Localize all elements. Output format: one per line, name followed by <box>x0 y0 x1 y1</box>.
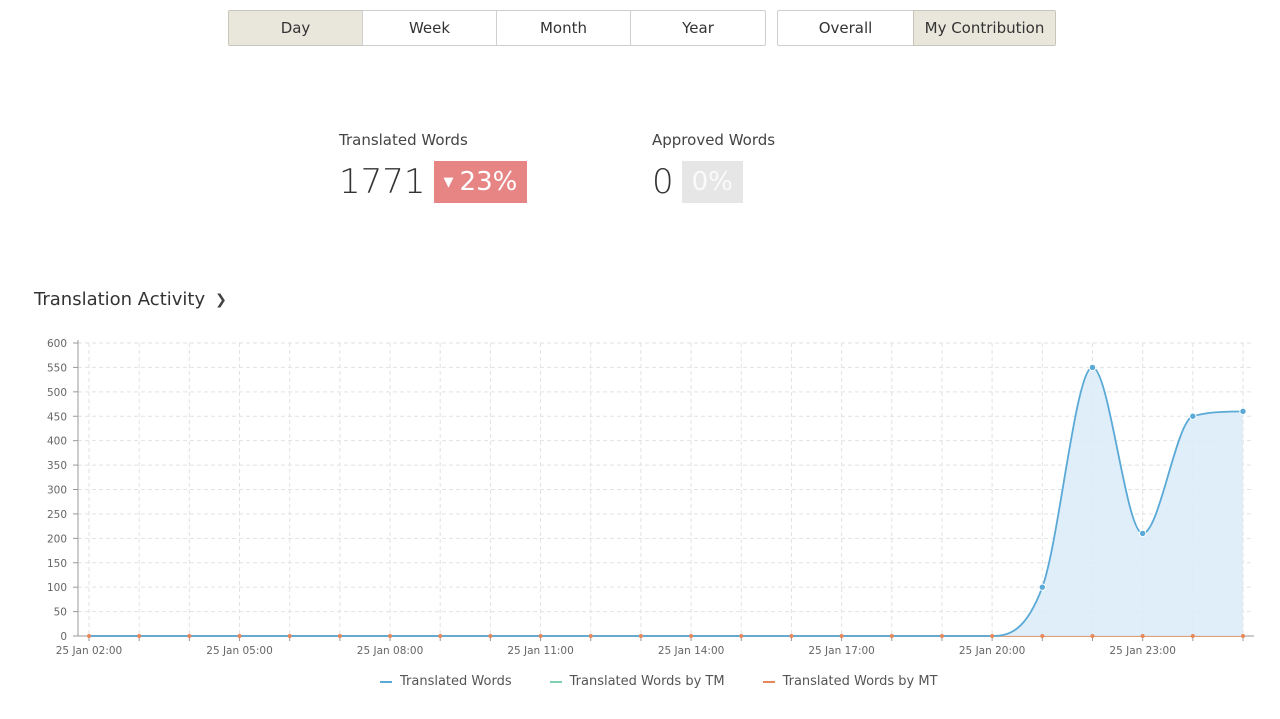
approved-words-stat: Approved Words 0 0% <box>652 131 775 203</box>
legend-item-mt[interactable]: Translated Words by MT <box>762 674 938 689</box>
data-point-mt[interactable] <box>588 634 593 638</box>
translation-activity-toggle[interactable]: Translation Activity ❯ <box>34 289 227 310</box>
tab-day[interactable]: Day <box>228 10 363 46</box>
translated-words-change-badge: ▼ 23% <box>433 161 528 203</box>
translated-words-change: 23% <box>459 167 518 197</box>
data-point-mt[interactable] <box>789 634 794 638</box>
legend-swatch-mt <box>762 680 775 683</box>
data-point-mt[interactable] <box>1190 634 1195 638</box>
y-tick-label: 600 <box>47 338 67 350</box>
data-point-translated[interactable] <box>1138 529 1147 538</box>
x-tick-label: 25 Jan 11:00 <box>507 645 573 657</box>
data-point-mt[interactable] <box>287 634 292 638</box>
data-point-mt[interactable] <box>1040 634 1045 638</box>
y-tick-label: 500 <box>47 387 67 399</box>
data-point-mt[interactable] <box>1090 634 1095 638</box>
approved-words-change: 0% <box>691 167 733 197</box>
data-point-mt[interactable] <box>739 634 744 638</box>
data-point-mt[interactable] <box>388 634 393 638</box>
y-tick-label: 250 <box>47 509 67 521</box>
translation-activity-chart: 0 50 100 150 200 250 300 350 400 450 500 550 600 25 J… <box>47 338 1254 657</box>
y-tick-label: 450 <box>47 411 67 423</box>
data-point-mt[interactable] <box>237 634 242 638</box>
data-point-translated[interactable] <box>1239 407 1247 416</box>
legend-swatch-translated <box>380 680 392 683</box>
data-point-mt[interactable] <box>137 634 142 638</box>
x-tick-label: 25 Jan 20:00 <box>959 645 1025 657</box>
data-point-mt[interactable] <box>87 634 91 638</box>
approved-words-value: 0 <box>652 162 674 202</box>
chevron-down-icon: ❯ <box>215 291 227 308</box>
data-point-mt[interactable] <box>839 634 844 638</box>
data-point-mt[interactable] <box>638 634 643 638</box>
legend-item-translated[interactable]: Translated Words <box>380 674 512 689</box>
legend-label-tm: Translated Words by TM <box>569 674 725 689</box>
y-tick-label: 150 <box>47 558 67 570</box>
data-point-mt[interactable] <box>689 634 694 638</box>
data-point-mt[interactable] <box>337 634 342 638</box>
arrow-down-icon: ▼ <box>443 174 454 190</box>
y-tick-label: 100 <box>47 582 67 594</box>
approved-words-label: Approved Words <box>652 131 776 149</box>
tab-overall[interactable]: Overall <box>777 10 914 46</box>
legend-label-mt: Translated Words by MT <box>782 674 938 689</box>
y-tick-label: 400 <box>47 436 67 448</box>
data-point-translated[interactable] <box>1189 412 1197 420</box>
y-tick-label: 300 <box>47 485 67 497</box>
legend-item-tm[interactable]: Translated Words by TM <box>549 674 725 689</box>
x-tick-label: 25 Jan 08:00 <box>357 645 423 657</box>
legend-swatch-tm <box>549 680 562 683</box>
data-point-mt[interactable] <box>538 634 543 638</box>
chart-legend: Translated Words Translated Words by TM … <box>380 674 976 689</box>
translated-words-value: 1771 <box>339 162 426 202</box>
approved-words-change-badge: 0% <box>681 161 743 203</box>
y-tick-label: 550 <box>47 362 67 374</box>
x-tick-label: 25 Jan 05:00 <box>206 645 272 657</box>
scope-tab-group: Overall My Contribution <box>777 10 1056 46</box>
x-tick-label: 25 Jan 02:00 <box>56 645 122 657</box>
legend-label-translated: Translated Words <box>400 674 512 689</box>
data-point-mt[interactable] <box>990 634 995 638</box>
tab-my-contribution[interactable]: My Contribution <box>913 10 1056 46</box>
x-tick-label: 25 Jan 17:00 <box>808 645 874 657</box>
data-point-mt[interactable] <box>187 634 192 638</box>
y-tick-label: 50 <box>54 607 67 619</box>
data-point-translated[interactable] <box>1088 363 1097 372</box>
period-tab-group: Day Week Month Year <box>228 10 766 46</box>
y-tick-label: 350 <box>47 460 67 472</box>
x-tick-label: 25 Jan 23:00 <box>1109 645 1175 657</box>
translated-words-stat: Translated Words 1771 ▼ 23% <box>339 131 528 203</box>
data-point-mt[interactable] <box>1241 634 1245 638</box>
data-point-mt[interactable] <box>889 634 894 638</box>
data-point-translated[interactable] <box>1038 583 1047 591</box>
section-title: Translation Activity <box>34 289 206 310</box>
tab-year[interactable]: Year <box>630 10 766 46</box>
y-tick-label: 200 <box>47 533 67 545</box>
tab-week[interactable]: Week <box>362 10 497 46</box>
y-tick-label: 0 <box>60 631 67 643</box>
x-tick-label: 25 Jan 14:00 <box>658 645 724 657</box>
data-point-mt[interactable] <box>488 634 493 638</box>
translated-words-label: Translated Words <box>339 131 468 149</box>
tab-month[interactable]: Month <box>496 10 631 46</box>
data-point-mt[interactable] <box>438 634 443 638</box>
data-point-mt[interactable] <box>939 634 944 638</box>
data-point-mt[interactable] <box>1140 634 1145 638</box>
series-area-translated <box>89 367 1243 636</box>
